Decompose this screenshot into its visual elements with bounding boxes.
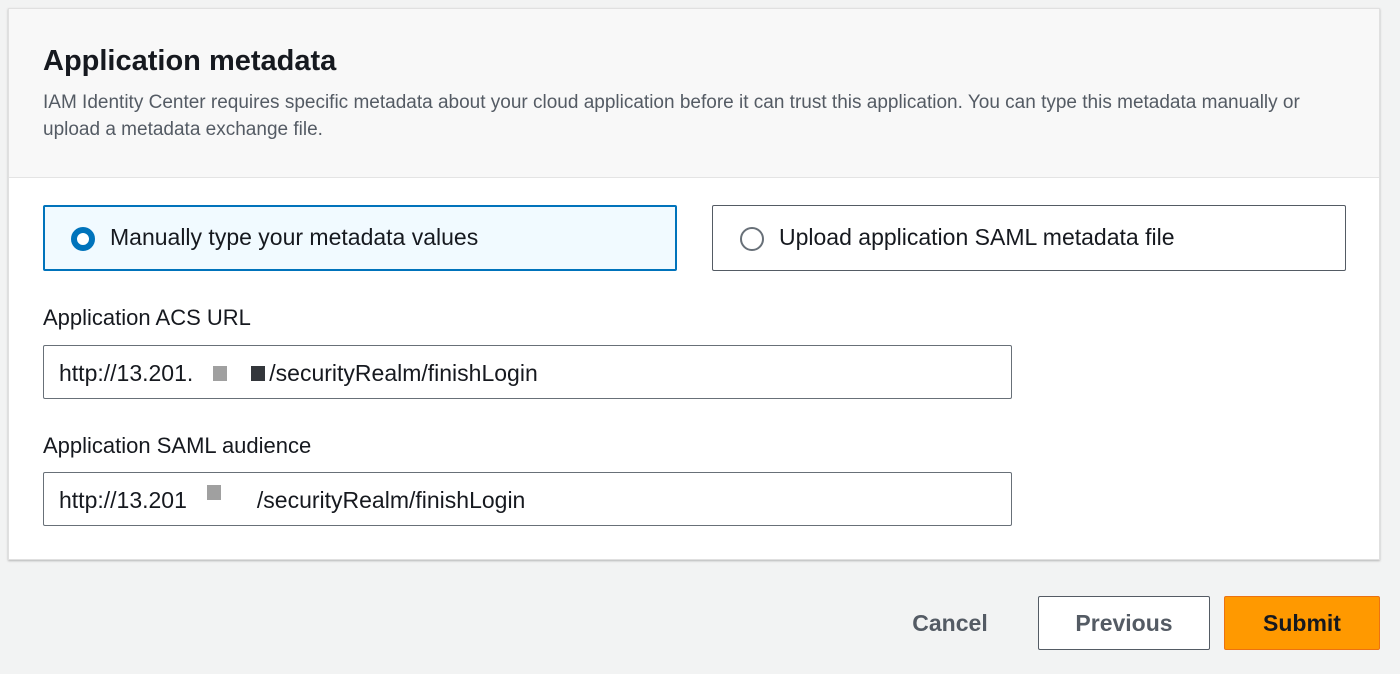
page-title: Application metadata bbox=[43, 45, 337, 77]
saml-audience-value: http://13.201/securityRealm/finishLogin bbox=[59, 485, 526, 514]
saml-audience-input[interactable]: http://13.201/securityRealm/finishLogin bbox=[43, 472, 1012, 526]
application-metadata-panel: Application metadata IAM Identity Center… bbox=[8, 8, 1380, 560]
redaction-block bbox=[213, 366, 228, 381]
option-manual-label: Manually type your metadata values bbox=[110, 224, 479, 250]
acs-url-value-suffix: /securityRealm/finishLogin bbox=[269, 360, 538, 386]
option-upload-label: Upload application SAML metadata file bbox=[779, 224, 1175, 250]
acs-url-value-prefix: http://13.201. bbox=[59, 360, 194, 386]
panel-header: Application metadata IAM Identity Center… bbox=[9, 9, 1379, 178]
radio-unselected-icon[interactable] bbox=[740, 227, 764, 251]
saml-audience-value-suffix: /securityRealm/finishLogin bbox=[256, 487, 526, 513]
cancel-button[interactable]: Cancel bbox=[890, 596, 1010, 650]
option-upload-metadata[interactable]: Upload application SAML metadata file bbox=[712, 205, 1346, 271]
option-manual-metadata[interactable]: Manually type your metadata values bbox=[43, 205, 677, 271]
redaction-block bbox=[206, 485, 221, 500]
redaction-block bbox=[251, 366, 266, 381]
acs-url-value: http://13.201. /securityRealm/finishLogin bbox=[59, 360, 538, 387]
previous-button[interactable]: Previous bbox=[1038, 596, 1210, 650]
panel-description: IAM Identity Center requires specific me… bbox=[43, 92, 1300, 140]
saml-audience-value-prefix: http://13.201 bbox=[59, 487, 187, 513]
acs-url-label: Application ACS URL bbox=[43, 305, 251, 330]
saml-audience-label: Application SAML audience bbox=[43, 433, 312, 458]
acs-url-input[interactable]: http://13.201. /securityRealm/finishLogin bbox=[43, 345, 1012, 399]
radio-selected-icon[interactable] bbox=[71, 227, 95, 251]
submit-button[interactable]: Submit bbox=[1224, 596, 1380, 650]
